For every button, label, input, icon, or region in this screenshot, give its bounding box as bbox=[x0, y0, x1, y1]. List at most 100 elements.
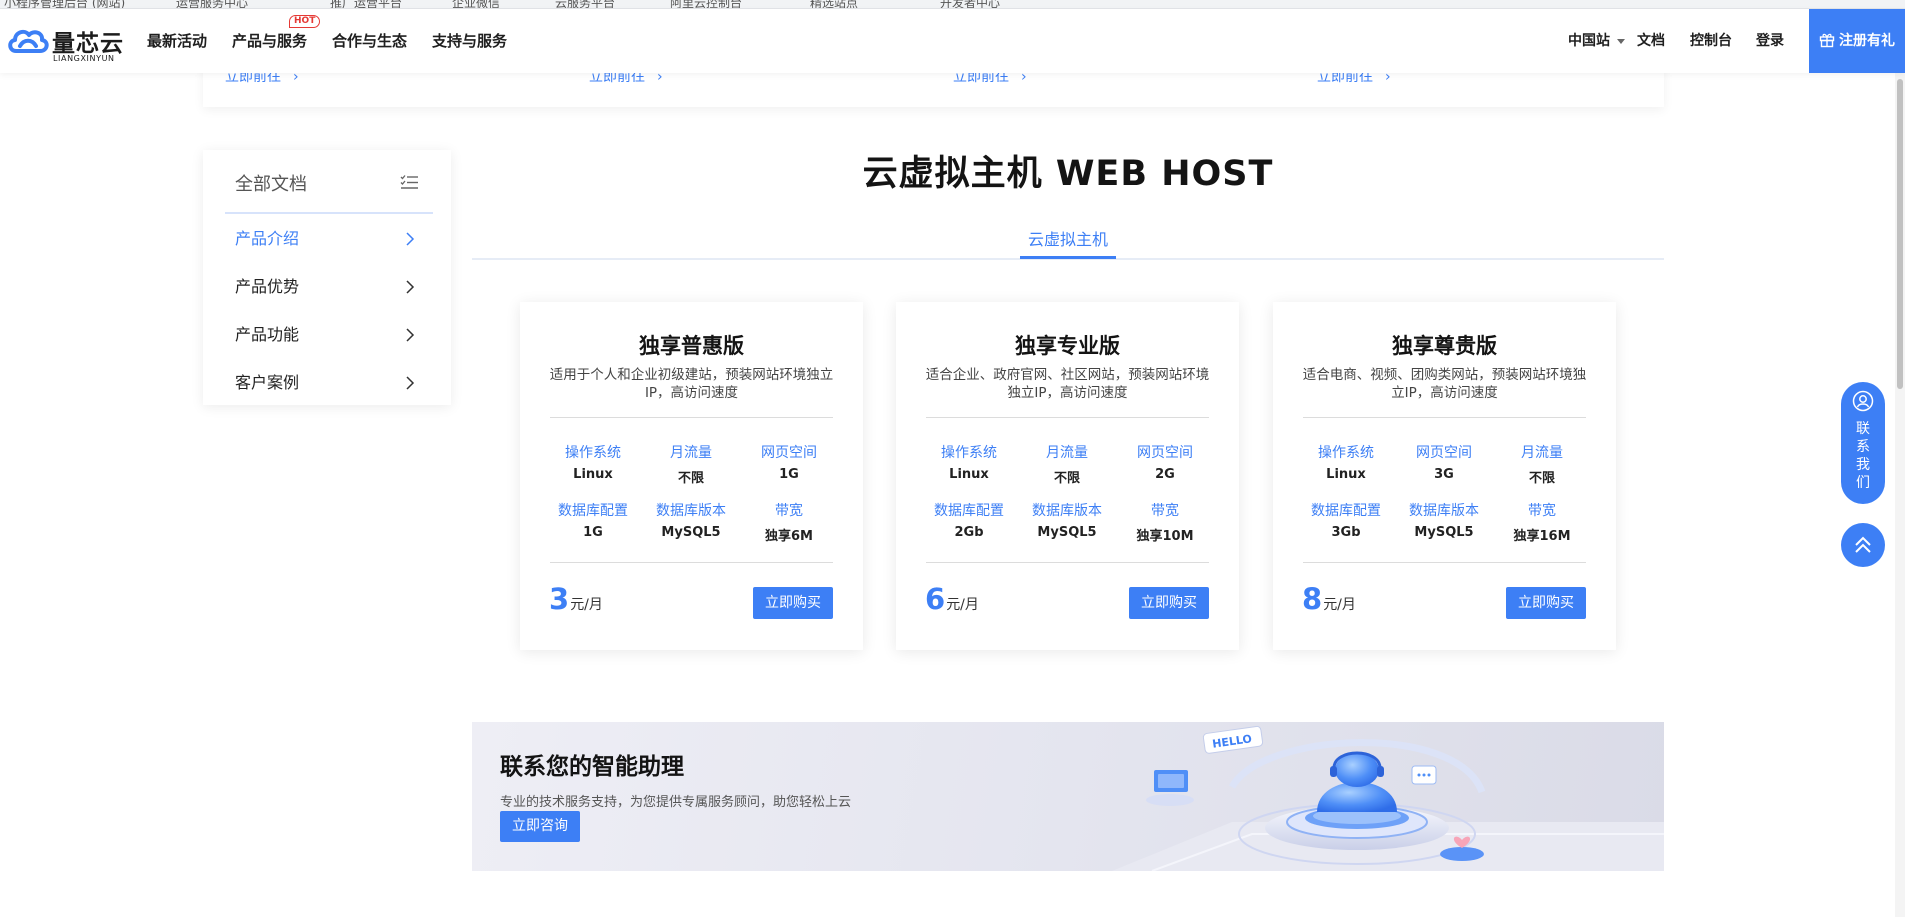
site-logo[interactable]: 量芯云 LIANGXINYUN bbox=[6, 21, 128, 65]
spec-label: 带宽 bbox=[1151, 503, 1179, 519]
spec-value: 3Gb bbox=[1331, 525, 1361, 540]
spec-label: 网页空间 bbox=[761, 445, 817, 461]
scrollbar-thumb[interactable] bbox=[1897, 79, 1903, 389]
buy-now-button[interactable]: 立即购买 bbox=[1129, 587, 1209, 619]
spec-value: 不限 bbox=[1053, 471, 1080, 486]
nav-item-latest-events[interactable]: 最新活动 bbox=[147, 9, 207, 73]
double-chevron-up-icon bbox=[1855, 536, 1871, 553]
contact-us-label: 联系我们 bbox=[1856, 421, 1870, 491]
buy-now-button[interactable]: 立即购买 bbox=[1506, 587, 1586, 619]
assistant-banner: 联系您的智能助理 专业的技术服务支持，为您提供专属服务顾问，助您轻松上云 立即咨… bbox=[472, 722, 1664, 871]
spec-label: 数据库配置 bbox=[934, 503, 1004, 519]
spec-label: 数据库版本 bbox=[1409, 503, 1479, 519]
sidebar-item-product-advantages[interactable]: 产品优势 bbox=[235, 272, 423, 302]
divider bbox=[1303, 417, 1586, 418]
spec-value: 独享16M bbox=[1513, 529, 1571, 544]
nav-item-support[interactable]: 支持与服务 bbox=[432, 9, 507, 73]
section-title: 云虚拟主机 WEB HOST bbox=[862, 154, 1274, 194]
page-scrollbar[interactable] bbox=[1895, 73, 1905, 917]
logo-name: 量芯云 bbox=[52, 31, 124, 57]
spec-label: 操作系统 bbox=[941, 445, 997, 461]
spec-value: Linux bbox=[573, 467, 613, 482]
sidebar-title: 全部文档 bbox=[235, 174, 307, 195]
spec-value: Linux bbox=[949, 467, 989, 482]
active-tab-indicator bbox=[1020, 256, 1116, 259]
sidebar-divider bbox=[225, 212, 433, 214]
assistant-illustration: HELLO bbox=[1112, 725, 1664, 871]
sidebar-item-product-intro[interactable]: 产品介绍 bbox=[235, 224, 423, 254]
plan-name: 独享尊贵版 bbox=[1392, 334, 1497, 358]
bookmarks-bar: 小程序管理后台 (网站) 运营服务中心 推广运营平台 企业微信 云服务平台 阿里… bbox=[0, 0, 1905, 9]
contact-us-widget[interactable]: 联系我们 bbox=[1841, 382, 1885, 504]
bookmark-item[interactable]: 阿里云控制台 bbox=[670, 0, 742, 8]
spec-value: MySQL5 bbox=[1414, 525, 1474, 540]
back-to-top-button[interactable] bbox=[1841, 523, 1885, 567]
logo-subtitle: LIANGXINYUN bbox=[53, 54, 115, 63]
gift-icon bbox=[1819, 33, 1835, 48]
spec-label: 网页空间 bbox=[1416, 445, 1472, 461]
sidebar-item-customer-cases[interactable]: 客户案例 bbox=[235, 368, 423, 398]
spec-label: 数据库版本 bbox=[656, 503, 726, 519]
site-header: 量芯云 LIANGXINYUN 最新活动 产品与服务 HOT 合作与生态 支持与… bbox=[0, 9, 1905, 73]
sidebar-item-product-features[interactable]: 产品功能 bbox=[235, 320, 423, 350]
divider bbox=[926, 562, 1209, 563]
plan-name: 独享专业版 bbox=[1015, 334, 1120, 358]
plan-description: 适合企业、政府官网、社区网站，预装网站环境独立IP，高访问速度 bbox=[925, 367, 1210, 401]
hot-badge: HOT bbox=[289, 15, 321, 28]
spec-label: 带宽 bbox=[775, 503, 803, 519]
spec-value: 1G bbox=[583, 525, 603, 540]
nav-docs[interactable]: 文档 bbox=[1637, 9, 1665, 73]
nav-item-products[interactable]: 产品与服务 HOT bbox=[232, 9, 321, 73]
divider bbox=[1303, 562, 1586, 563]
spec-label: 网页空间 bbox=[1137, 445, 1193, 461]
spec-value: 不限 bbox=[677, 471, 704, 486]
spec-value: 独享10M bbox=[1136, 529, 1194, 544]
spec-label: 月流量 bbox=[1046, 445, 1088, 461]
spec-value: 3G bbox=[1434, 467, 1454, 482]
plan-description: 适合电商、视频、团购类网站，预装网站环境独立IP，高访问速度 bbox=[1302, 367, 1587, 401]
register-label: 注册有礼 bbox=[1839, 33, 1895, 49]
person-icon bbox=[1852, 390, 1874, 412]
tab-cloud-virtual-host[interactable]: 云虚拟主机 bbox=[1020, 226, 1116, 260]
plan-price: 8元/月 bbox=[1302, 582, 1356, 616]
site-selector[interactable]: 中国站 bbox=[1568, 9, 1610, 73]
nav-console[interactable]: 控制台 bbox=[1690, 9, 1732, 73]
caret-down-icon bbox=[1617, 39, 1625, 44]
assistant-subtitle: 专业的技术服务支持，为您提供专属服务顾问，助您轻松上云 bbox=[500, 795, 852, 810]
nav-item-partners[interactable]: 合作与生态 bbox=[332, 9, 407, 73]
spec-value: MySQL5 bbox=[661, 525, 721, 540]
assistant-title: 联系您的智能助理 bbox=[500, 754, 684, 780]
consult-now-button[interactable]: 立即咨询 bbox=[500, 811, 580, 842]
plan-card: 独享尊贵版 适合电商、视频、团购类网站，预装网站环境独立IP，高访问速度 操作系… bbox=[1273, 302, 1616, 650]
bookmark-item[interactable]: 推广运营平台 bbox=[330, 0, 402, 8]
divider bbox=[550, 562, 833, 563]
bookmark-item[interactable]: 开发者中心 bbox=[940, 0, 1000, 8]
spec-value: 2G bbox=[1155, 467, 1175, 482]
docs-sidebar: 全部文档 产品介绍 产品优势 产品功能 客户案例 bbox=[203, 150, 451, 405]
register-button[interactable]: 注册有礼 bbox=[1809, 9, 1905, 73]
spec-value: 1G bbox=[779, 467, 799, 482]
spec-value: MySQL5 bbox=[1037, 525, 1097, 540]
spec-label: 操作系统 bbox=[1318, 445, 1374, 461]
bookmark-item[interactable]: 云服务平台 bbox=[555, 0, 615, 8]
bookmark-item[interactable]: 精选站点 bbox=[810, 0, 858, 8]
spec-label: 数据库配置 bbox=[558, 503, 628, 519]
chevron-right-icon bbox=[406, 328, 415, 342]
site-selector-label: 中国站 bbox=[1568, 33, 1610, 49]
buy-now-button[interactable]: 立即购买 bbox=[753, 587, 833, 619]
nav-login[interactable]: 登录 bbox=[1756, 9, 1784, 73]
spec-label: 月流量 bbox=[1521, 445, 1563, 461]
divider bbox=[550, 417, 833, 418]
bookmark-item[interactable]: 企业微信 bbox=[452, 0, 500, 8]
bookmark-item[interactable]: 运营服务中心 bbox=[176, 0, 248, 8]
bookmark-item[interactable]: 小程序管理后台 (网站) bbox=[4, 0, 125, 8]
spec-label: 带宽 bbox=[1528, 503, 1556, 519]
spec-value: Linux bbox=[1326, 467, 1366, 482]
plan-price: 6元/月 bbox=[925, 582, 979, 616]
spec-label: 数据库版本 bbox=[1032, 503, 1102, 519]
list-icon[interactable] bbox=[400, 174, 419, 190]
chevron-right-icon bbox=[406, 232, 415, 246]
spec-value: 独享6M bbox=[765, 529, 813, 544]
plan-name: 独享普惠版 bbox=[639, 334, 744, 358]
plan-card: 独享专业版 适合企业、政府官网、社区网站，预装网站环境独立IP，高访问速度 操作… bbox=[896, 302, 1239, 650]
